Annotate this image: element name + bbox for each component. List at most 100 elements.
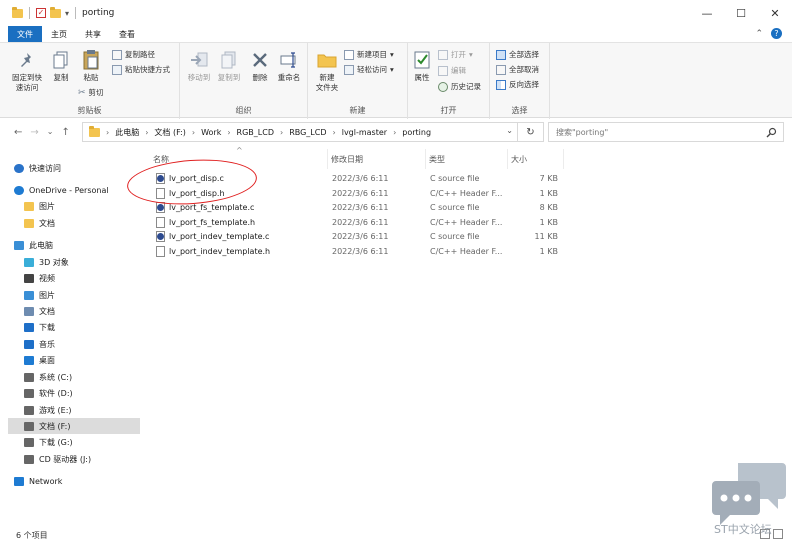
watermark-text: ST中文论坛 bbox=[714, 523, 772, 536]
paste-shortcut-icon bbox=[112, 64, 122, 75]
breadcrumb-porting[interactable]: porting bbox=[402, 128, 431, 137]
nav-item[interactable]: 下载 bbox=[8, 319, 140, 335]
nav-item[interactable]: Network bbox=[8, 473, 140, 489]
search-box[interactable]: 搜索"porting" bbox=[548, 122, 784, 142]
nav-item[interactable]: 系统 (C:) bbox=[8, 369, 140, 385]
nav-item[interactable]: 图片 bbox=[8, 198, 140, 214]
new-item-button[interactable]: 新建项目 ▾ bbox=[344, 49, 394, 60]
properties-button[interactable]: 属性 bbox=[410, 49, 434, 83]
refresh-button[interactable]: ↻ bbox=[518, 122, 544, 142]
breadcrumb-this-pc[interactable]: 此电脑 bbox=[115, 127, 139, 138]
dropdown-arrow-icon: ▾ bbox=[469, 50, 473, 59]
invert-selection-button[interactable]: 反向选择 bbox=[496, 79, 539, 90]
cube-icon bbox=[24, 257, 34, 267]
copy-button[interactable]: 复制 bbox=[48, 49, 74, 83]
nav-item[interactable]: 文档 bbox=[8, 303, 140, 319]
drive-icon bbox=[24, 372, 34, 382]
column-header-size[interactable]: 大小 bbox=[508, 149, 564, 169]
breadcrumb-lvgl-master[interactable]: lvgl-master bbox=[342, 128, 387, 137]
recent-locations-button[interactable]: ⌄ bbox=[47, 127, 54, 138]
forward-button[interactable]: → bbox=[30, 127, 38, 138]
nav-item[interactable]: 此电脑 bbox=[8, 237, 140, 253]
file-name: lv_port_indev_template.h bbox=[169, 246, 271, 256]
nav-item[interactable]: CD 驱动器 (J:) bbox=[8, 451, 140, 467]
nav-item[interactable]: 视频 bbox=[8, 270, 140, 286]
file-type: C source file bbox=[430, 232, 480, 241]
nav-item[interactable]: 下载 (G:) bbox=[8, 434, 140, 450]
paste-button[interactable]: 粘贴 bbox=[78, 49, 104, 83]
rename-label: 重命名 bbox=[277, 73, 301, 82]
select-group-label: 选择 bbox=[511, 106, 528, 115]
column-header-type[interactable]: 类型 bbox=[426, 149, 508, 169]
rename-button[interactable]: 重命名 bbox=[276, 49, 302, 83]
nav-item[interactable]: 3D 对象 bbox=[8, 254, 140, 270]
nav-item[interactable]: 图片 bbox=[8, 287, 140, 303]
properties-check-icon[interactable]: ✓ bbox=[36, 8, 46, 18]
close-button[interactable]: ✕ bbox=[758, 0, 792, 26]
back-button[interactable]: ← bbox=[14, 127, 22, 138]
open-button[interactable]: 打开 ▾ bbox=[438, 49, 473, 60]
move-to-button[interactable]: 移动到 bbox=[186, 49, 212, 83]
up-button[interactable]: ↑ bbox=[61, 127, 69, 138]
folder-icon[interactable] bbox=[12, 6, 23, 18]
title-bar: ✓ ▾ porting — ☐ ✕ bbox=[0, 0, 792, 26]
file-row[interactable]: lv_port_indev_template.c 2022/3/6 6:11 C s… bbox=[150, 230, 564, 244]
breadcrumb-drive-f[interactable]: 文档 (F:) bbox=[154, 127, 185, 138]
paste-shortcut-button[interactable]: 粘贴快捷方式 bbox=[112, 64, 170, 75]
nav-item[interactable]: 文档 (F:) bbox=[8, 418, 140, 434]
collapse-ribbon-icon[interactable]: ⌃ bbox=[755, 29, 763, 39]
tab-file[interactable]: 文件 bbox=[8, 26, 42, 42]
file-row[interactable]: lv_port_indev_template.h 2022/3/6 6:11 C/C… bbox=[150, 245, 564, 259]
easy-access-button[interactable]: 轻松访问 ▾ bbox=[344, 64, 394, 75]
file-type: C/C++ Header F... bbox=[430, 246, 503, 256]
cut-label: 剪切 bbox=[88, 88, 104, 97]
maximize-button[interactable]: ☐ bbox=[724, 0, 758, 26]
file-row[interactable]: lv_port_fs_template.h 2022/3/6 6:11 C/C++ … bbox=[150, 216, 564, 230]
file-name: lv_port_fs_template.h bbox=[169, 217, 256, 227]
cut-button[interactable]: ✂ 剪切 bbox=[78, 87, 104, 98]
copy-path-button[interactable]: 复制路径 bbox=[112, 49, 155, 60]
pin-icon bbox=[16, 49, 38, 71]
edit-button[interactable]: 编辑 bbox=[438, 65, 466, 76]
nav-item[interactable]: 软件 (D:) bbox=[8, 385, 140, 401]
select-none-button[interactable]: 全部取消 bbox=[496, 64, 539, 75]
address-dropdown-icon[interactable]: ⌄ bbox=[506, 126, 513, 135]
help-icon[interactable]: ? bbox=[771, 28, 782, 39]
nav-item[interactable]: 文档 bbox=[8, 215, 140, 231]
delete-button[interactable]: 删除 bbox=[248, 49, 272, 83]
file-row[interactable]: lv_port_fs_template.c 2022/3/6 6:11 C sour… bbox=[150, 201, 564, 215]
breadcrumb-work[interactable]: Work bbox=[201, 128, 221, 137]
nav-item[interactable]: 快速访问 bbox=[8, 160, 140, 176]
nav-item-label: 文档 bbox=[39, 218, 55, 228]
open-group: 属性 打开 ▾ 编辑 历史记录 打开 bbox=[408, 43, 490, 119]
breadcrumb-separator: › bbox=[332, 127, 336, 137]
minimize-button[interactable]: — bbox=[690, 0, 724, 26]
sort-ascending-icon: ^ bbox=[236, 146, 243, 155]
nav-item[interactable]: OneDrive - Personal bbox=[8, 182, 140, 198]
tab-home[interactable]: 主页 bbox=[42, 26, 76, 42]
breadcrumb-rbg-lcd[interactable]: RBG_LCD bbox=[289, 128, 326, 137]
paste-icon bbox=[80, 49, 102, 71]
tab-view[interactable]: 查看 bbox=[110, 26, 144, 42]
desktop-icon bbox=[24, 355, 34, 365]
clipboard-group: 固定到快 速访问 复制 粘贴 复制路径 粘贴快捷方式 ✂ 剪切 剪贴板 bbox=[0, 43, 180, 119]
address-bar[interactable]: › 此电脑 › 文档 (F:) › Work › RGB_LCD › RBG_L… bbox=[82, 122, 518, 142]
new-group-label: 新建 bbox=[349, 106, 366, 115]
pin-quick-access-button[interactable]: 固定到快 速访问 bbox=[10, 49, 44, 93]
tab-share[interactable]: 共享 bbox=[76, 26, 110, 42]
nav-item[interactable]: 游戏 (E:) bbox=[8, 402, 140, 418]
nav-item-label: 软件 (D:) bbox=[39, 388, 73, 398]
nav-item-label: 图片 bbox=[39, 290, 55, 300]
select-all-button[interactable]: 全部选择 bbox=[496, 49, 539, 60]
copy-to-icon bbox=[218, 49, 240, 71]
history-button[interactable]: 历史记录 bbox=[438, 81, 481, 92]
new-folder-button[interactable]: 新建 文件夹 bbox=[312, 49, 342, 93]
new-item-label: 新建项目 bbox=[357, 50, 387, 59]
nav-item[interactable]: 音乐 bbox=[8, 336, 140, 352]
copy-to-button[interactable]: 复制到 bbox=[216, 49, 242, 83]
customize-quick-access-icon[interactable]: ▾ bbox=[65, 9, 69, 18]
new-folder-icon[interactable] bbox=[50, 6, 61, 18]
column-header-modified[interactable]: 修改日期 bbox=[328, 149, 426, 169]
breadcrumb-rgb-lcd[interactable]: RGB_LCD bbox=[237, 128, 274, 137]
nav-item[interactable]: 桌面 bbox=[8, 352, 140, 368]
